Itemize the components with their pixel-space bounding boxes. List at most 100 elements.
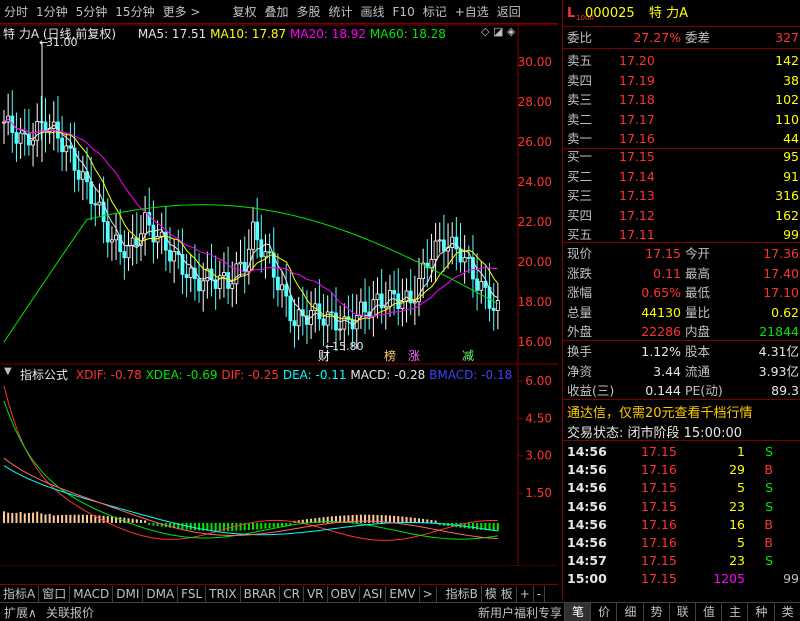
candle-body <box>252 222 255 249</box>
toolbar-item-add-watch[interactable]: +自选 <box>451 1 493 23</box>
indicator-tab-8[interactable]: CR <box>280 586 304 602</box>
quote-divider <box>563 48 800 49</box>
tick-time: 14:56 <box>567 497 607 516</box>
toolbar-item-mark[interactable]: 标记 <box>419 1 451 23</box>
quote-tab-7[interactable]: 种 <box>747 603 774 621</box>
stat-row-1-label1: 涨跌 <box>567 264 592 283</box>
stat-row-3-label1: 总量 <box>567 303 592 322</box>
indicator-tab-1[interactable]: 窗口 <box>39 586 70 602</box>
indicator-title[interactable]: 指标公式 <box>20 368 68 382</box>
candle-body <box>434 241 437 259</box>
indicator-tabs: 指标A 窗口 MACD DMI DMA FSL TRIX BRAR CR VR OBV ASI EMV >… <box>0 584 558 602</box>
indicator-tab-12[interactable]: EMV <box>386 586 419 602</box>
indicator-tab-15[interactable]: 模 板 <box>482 586 517 602</box>
tick-price: 17.15 <box>641 497 677 516</box>
tick-row: 14:57 17.15 23 S <box>563 551 800 570</box>
price-tick-label: 30.00 <box>518 55 552 69</box>
chart-window-controls[interactable]: ◇ ◪ ◈ <box>481 25 515 38</box>
xdif-label: XDIF: -0.78 <box>76 368 142 382</box>
toolbar-item-draw[interactable]: 画线 <box>357 1 389 23</box>
quote-divider <box>563 399 800 400</box>
candle-body <box>285 285 288 296</box>
promo-banner[interactable]: 通达信，仅需20元查看千档行情 <box>567 402 753 421</box>
quote-tab-5[interactable]: 值 <box>695 603 722 621</box>
indicator-tab-2[interactable]: MACD <box>70 586 113 602</box>
candle-body <box>94 204 97 205</box>
stat2-row-0: 换手 1.12% 股本 4.31亿 <box>563 342 800 361</box>
bid-price: 17.15 <box>619 147 655 166</box>
tick-price: 17.16 <box>641 533 677 552</box>
quote-tab-1[interactable]: 价 <box>590 603 617 621</box>
indicator-tab-3[interactable]: DMI <box>113 586 143 602</box>
tick-time: 14:56 <box>567 533 607 552</box>
tick-time: 14:56 <box>567 478 607 497</box>
related-quote-button[interactable]: 关联报价 <box>46 604 94 621</box>
indicator-tab-17[interactable]: - <box>534 586 545 602</box>
bid-row[interactable]: 买三 17.13 316 <box>563 186 800 205</box>
indicator-tab-0[interactable]: 指标A <box>0 586 39 602</box>
candle-body <box>243 262 246 271</box>
indicator-tab-13[interactable]: > <box>420 586 437 602</box>
candle-body <box>123 252 126 258</box>
toolbar-item-back[interactable]: 返回 <box>493 1 525 23</box>
toolbar-item-multi[interactable]: 多股 <box>292 1 324 23</box>
indicator-menu-icon[interactable]: ▼ <box>4 366 12 377</box>
tick-time: 14:56 <box>567 442 607 461</box>
candle-body <box>32 140 35 145</box>
candle-body <box>110 240 113 242</box>
ask-row[interactable]: 卖五 17.20 142 <box>563 51 800 70</box>
stat-row-3-label2: 量比 <box>685 303 710 322</box>
indicator-tab-6[interactable]: TRIX <box>206 586 240 602</box>
ask-row[interactable]: 卖一 17.16 44 <box>563 129 800 148</box>
stat2-row-2-label2: PE(动) <box>685 381 723 400</box>
toolbar-item-15min[interactable]: 15分钟 <box>111 1 158 23</box>
toolbar-item-overlay[interactable]: 叠加 <box>260 1 292 23</box>
toolbar-item-intraday[interactable]: 分时 <box>0 1 32 23</box>
indicator-tab-14[interactable]: 指标B <box>443 586 482 602</box>
bid-row[interactable]: 买一 17.15 95 <box>563 147 800 166</box>
indicator-tab-10[interactable]: OBV <box>328 586 361 602</box>
quote-tab-8[interactable]: 类 <box>774 603 800 621</box>
quote-tab-3[interactable]: 势 <box>643 603 670 621</box>
candle-body <box>289 296 292 321</box>
ask-row[interactable]: 卖二 17.17 110 <box>563 110 800 129</box>
kline-chart[interactable]: 30.00 28.00 26.00 24.00 22.00 20.00 18.00 16.00… <box>0 24 558 566</box>
indicator-header: 指标公式 XDIF: -0.78 XDEA: -0.69 DIF: -0.25 … <box>20 366 512 383</box>
bid-price: 17.13 <box>619 186 655 205</box>
ask-label: 卖五 <box>567 51 592 70</box>
indicator-tab-11[interactable]: ASI <box>360 586 386 602</box>
toolbar-item-5min[interactable]: 5分钟 <box>72 1 112 23</box>
indicator-tab-4[interactable]: DMA <box>143 586 178 602</box>
stat2-row-0-value2: 4.31亿 <box>759 342 799 361</box>
ask-row[interactable]: 卖四 17.19 38 <box>563 71 800 90</box>
indicator-tab-7[interactable]: BRAR <box>241 586 281 602</box>
ask-row[interactable]: 卖三 17.18 102 <box>563 90 800 109</box>
candle-body <box>106 222 109 242</box>
quote-tab-2[interactable]: 细 <box>616 603 643 621</box>
toolbar-item-f10[interactable]: F10 <box>389 1 419 23</box>
price-tick-label: 22.00 <box>518 215 552 229</box>
toolbar-item-adjust[interactable]: 复权 <box>228 1 260 23</box>
promo-link[interactable]: 新用户福利专享 <box>478 604 562 621</box>
quote-tab-0[interactable]: 笔 <box>564 603 591 621</box>
stat-row-2: 涨幅 0.65% 最低 17.10 <box>563 283 800 302</box>
tick-row: 14:56 17.15 5 S <box>563 478 800 497</box>
event-marker-1: 榜 <box>384 348 396 363</box>
indicator-tab-5[interactable]: FSL <box>178 586 206 602</box>
indicator-tab-16[interactable]: + <box>517 586 534 602</box>
stat2-row-0-value1: 1.12% <box>641 342 681 361</box>
expand-button[interactable]: 扩展∧ <box>4 604 37 621</box>
candle-body <box>335 313 338 330</box>
ask-label: 卖二 <box>567 110 592 129</box>
ask-price: 17.16 <box>619 129 655 148</box>
quote-tab-4[interactable]: 联 <box>669 603 696 621</box>
candle-body <box>264 252 267 257</box>
toolbar-item-stats[interactable]: 统计 <box>325 1 357 23</box>
dif-label: DIF: -0.25 <box>221 368 279 382</box>
toolbar-item-more[interactable]: 更多 > <box>159 1 205 23</box>
quote-tab-6[interactable]: 主 <box>721 603 748 621</box>
bid-row[interactable]: 买二 17.14 91 <box>563 167 800 186</box>
bid-row[interactable]: 买四 17.12 162 <box>563 206 800 225</box>
indicator-tab-9[interactable]: VR <box>304 586 328 602</box>
toolbar-item-1min[interactable]: 1分钟 <box>32 1 72 23</box>
